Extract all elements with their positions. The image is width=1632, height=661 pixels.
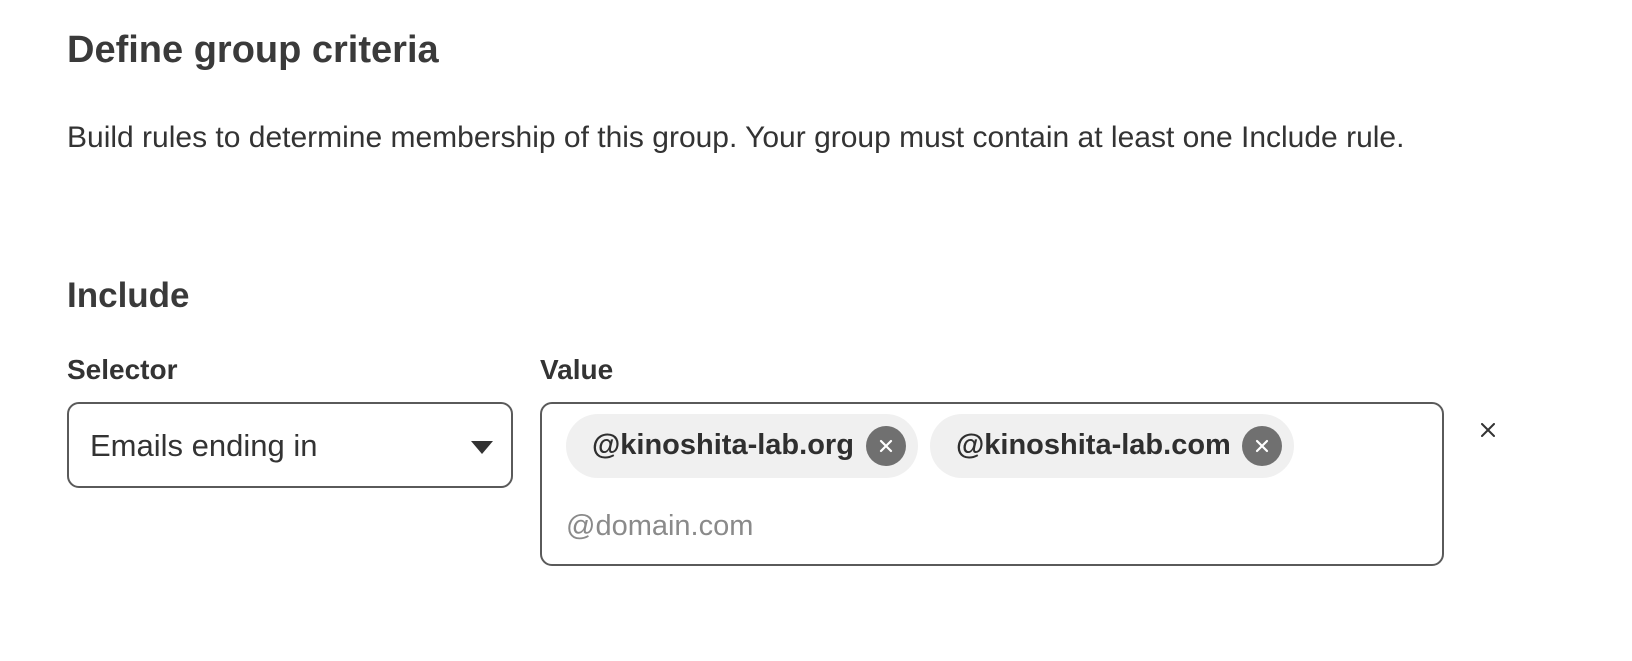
domain-input[interactable] [566,506,1406,546]
value-tag-field[interactable]: @kinoshita-lab.org @kinoshita-lab.com [540,402,1444,566]
value-chip: @kinoshita-lab.com [930,414,1294,478]
chevron-down-icon [471,441,493,454]
value-chip-label: @kinoshita-lab.org [592,429,854,461]
value-label: Value [540,354,614,385]
value-chip-label: @kinoshita-lab.com [956,429,1231,461]
include-section-heading: Include [67,276,190,315]
page-description: Build rules to determine membership of t… [67,121,1405,154]
value-chip: @kinoshita-lab.org [566,414,918,478]
close-icon [1481,423,1495,437]
close-icon[interactable] [1242,426,1282,466]
selector-label: Selector [67,354,178,385]
selector-selected-value: Emails ending in [90,428,318,463]
close-icon[interactable] [866,426,906,466]
selector-dropdown[interactable]: Emails ending in [67,402,513,488]
page-title: Define group criteria [67,29,439,71]
remove-rule-button[interactable] [1474,416,1502,444]
